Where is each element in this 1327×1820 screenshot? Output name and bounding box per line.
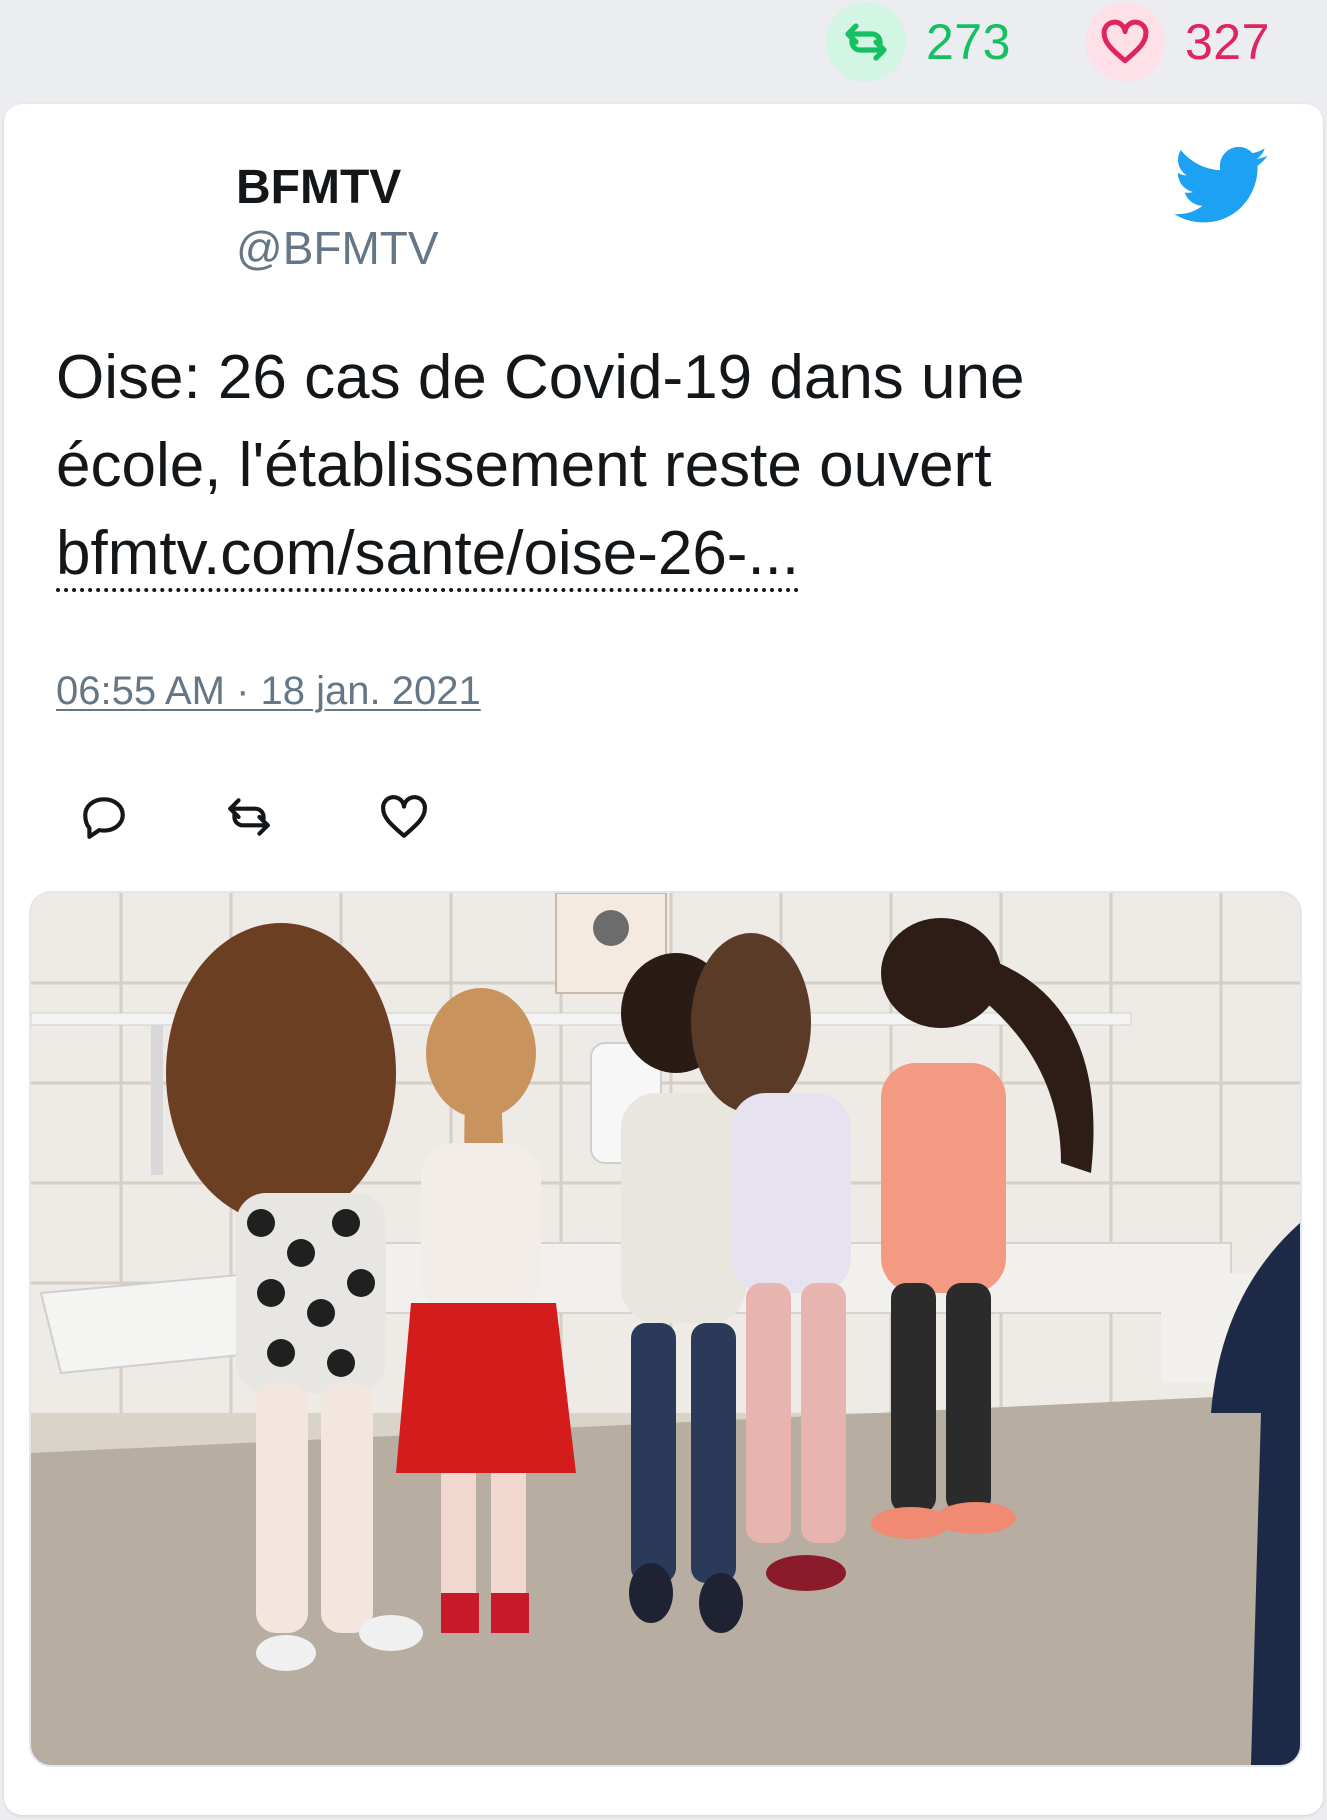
reply-button[interactable] — [76, 789, 132, 845]
article-link[interactable]: bfmtv.com/sante/oise-26-... — [56, 519, 800, 592]
engagement-bar: 273 327 — [0, 0, 1327, 100]
heart-icon — [381, 795, 427, 838]
author-block[interactable]: BFMTV @BFMTV — [236, 160, 439, 276]
like-stat[interactable]: 327 — [1085, 0, 1270, 84]
reply-icon — [83, 797, 125, 839]
retweet-icon — [826, 2, 906, 82]
heart-icon — [1085, 2, 1165, 82]
tweet-text: Oise: 26 cas de Covid-19 dans une école,… — [56, 334, 1256, 598]
tweet-media-photo[interactable] — [29, 891, 1302, 1767]
tweet-text-line: école, l'établissement reste ouvert — [56, 431, 992, 500]
tweet-card: BFMTV @BFMTV Oise: 26 cas de Covid-19 da… — [4, 104, 1323, 1815]
twitter-bird-icon[interactable] — [1174, 146, 1269, 226]
photo-illustration — [31, 893, 1300, 1765]
like-button[interactable] — [376, 789, 432, 845]
user-handle[interactable]: @BFMTV — [236, 220, 439, 276]
like-count: 327 — [1185, 14, 1270, 70]
retweet-stat[interactable]: 273 — [826, 0, 1011, 84]
tweet-timestamp[interactable]: 06:55 AM · 18 jan. 2021 — [56, 669, 481, 714]
display-name[interactable]: BFMTV — [236, 160, 439, 216]
retweet-icon — [228, 798, 270, 836]
retweet-button[interactable] — [221, 789, 277, 845]
tweet-text-line: Oise: 26 cas de Covid-19 dans une — [56, 343, 1025, 412]
retweet-count: 273 — [926, 14, 1011, 70]
